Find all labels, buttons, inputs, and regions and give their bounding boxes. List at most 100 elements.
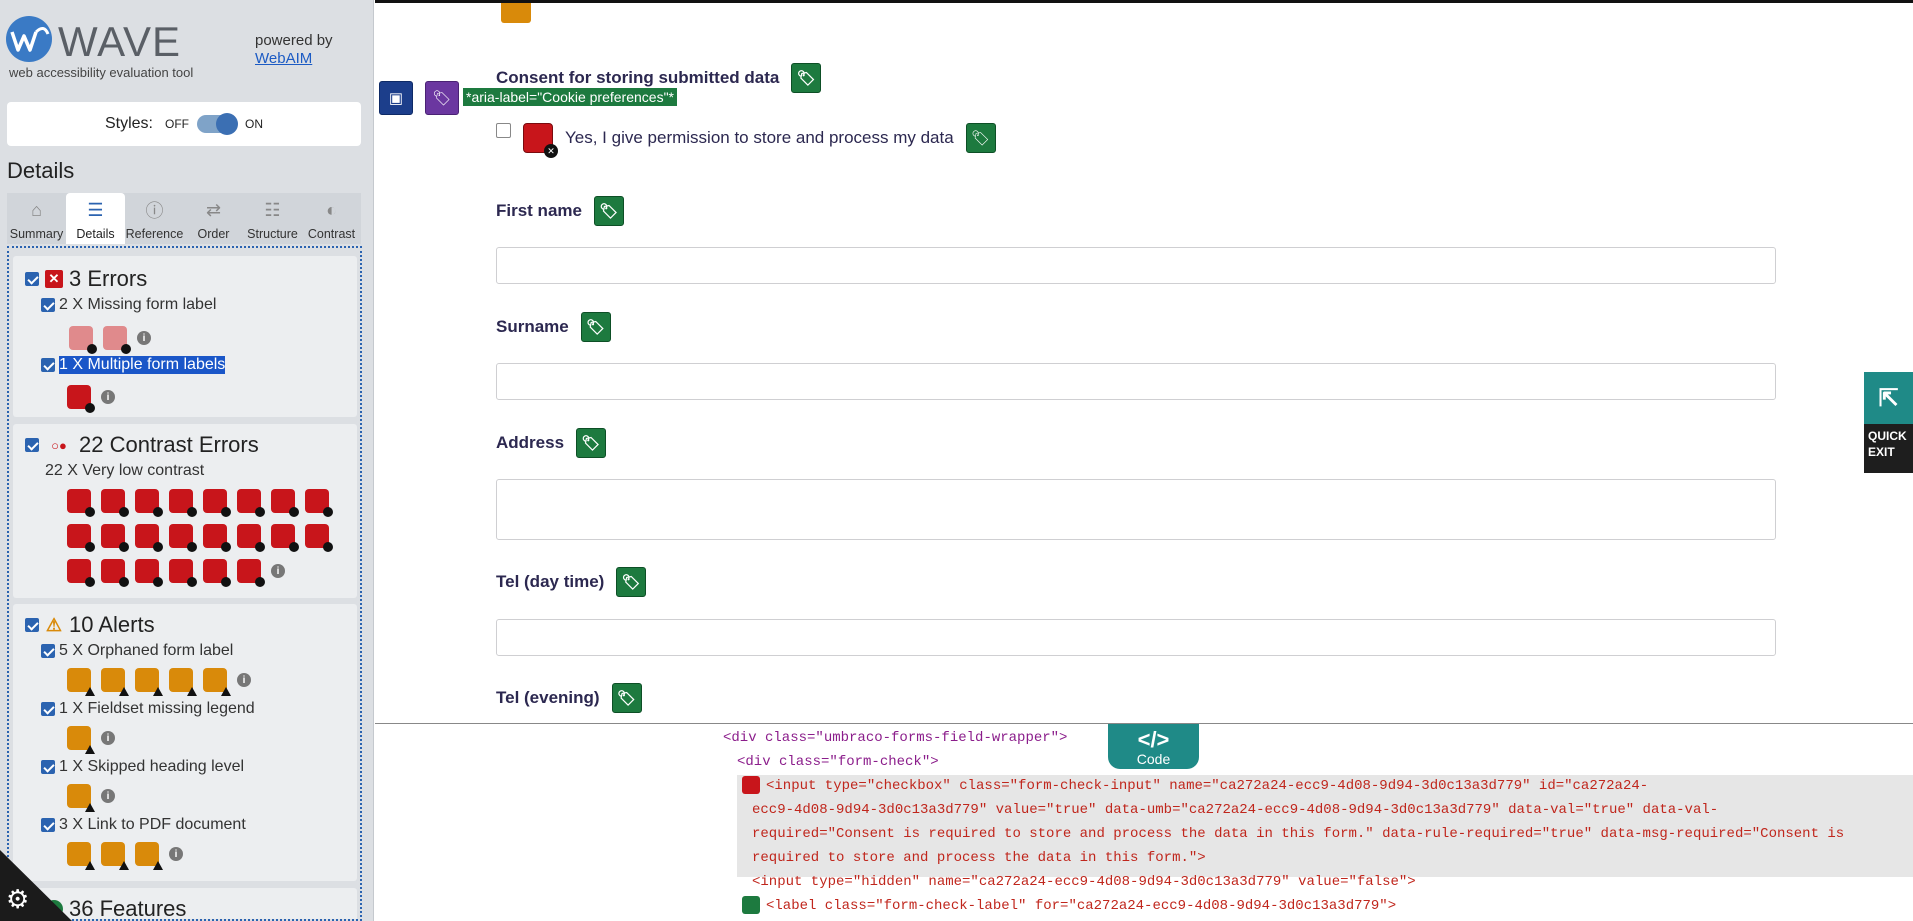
error-item-label: 1 X Multiple form labels <box>59 356 226 374</box>
error-item-missing-label[interactable]: 2 X Missing form label <box>41 296 216 314</box>
alert-icons-row: i <box>67 726 115 754</box>
contrast-error-icon[interactable] <box>203 489 231 517</box>
label-tag-icon[interactable]: 🏷 <box>965 123 996 153</box>
consent-checkbox[interactable] <box>496 123 511 138</box>
styles-toggle[interactable] <box>197 113 238 135</box>
contrast-error-icon[interactable] <box>203 524 231 552</box>
features-heading-text: 36 Features <box>69 896 187 921</box>
contrast-error-icon[interactable] <box>169 489 197 517</box>
alert-item-label: 5 X Orphaned form label <box>59 642 234 659</box>
item-checkbox[interactable] <box>41 644 55 658</box>
contrast-icons-row <box>67 489 333 517</box>
surname-input[interactable] <box>496 363 1776 400</box>
quick-exit-button[interactable]: ⇱ QUICK EXIT <box>1864 372 1913 473</box>
powered-by: powered by WebAIM <box>255 32 333 68</box>
info-icon[interactable]: i <box>237 673 251 687</box>
field-label: Tel (day time) <box>496 572 605 591</box>
contrast-error-icon[interactable] <box>169 559 197 587</box>
info-icon[interactable]: i <box>101 789 115 803</box>
contrast-error-icon[interactable] <box>305 489 333 517</box>
item-checkbox[interactable] <box>41 702 55 716</box>
consent-checkbox-label: Yes, I give permission to store and proc… <box>565 128 954 147</box>
first-name-label: First name 🏷 <box>496 196 624 226</box>
tab-structure[interactable]: ☷ Structure <box>243 193 302 244</box>
pdf-link-icon[interactable] <box>101 842 129 870</box>
tab-contrast[interactable]: ◐ Contrast <box>302 193 361 244</box>
alert-item-fieldset-legend[interactable]: 1 X Fieldset missing legend <box>41 700 255 718</box>
error-icon[interactable] <box>742 776 760 794</box>
contrast-error-icon[interactable] <box>305 524 333 552</box>
label-tag-icon[interactable]: 🏷 <box>616 567 647 597</box>
tab-summary[interactable]: ⌂ Summary <box>7 193 66 244</box>
multiple-labels-error-icon[interactable] <box>523 123 558 158</box>
label-tag-icon[interactable]: 🏷 <box>580 312 611 342</box>
info-icon[interactable]: i <box>101 390 115 404</box>
pdf-link-icon[interactable] <box>135 842 163 870</box>
code-line: <div class="umbraco-forms-field-wrapper"… <box>723 730 1068 746</box>
alerts-checkbox[interactable] <box>25 618 39 632</box>
contrast-error-icon[interactable] <box>101 559 129 587</box>
contrast-error-icon[interactable] <box>67 524 95 552</box>
tel-day-input[interactable] <box>496 619 1776 656</box>
wave-subtitle: web accessibility evaluation tool <box>9 65 194 80</box>
fieldset-icon[interactable] <box>67 726 95 754</box>
alert-tag-icon[interactable] <box>501 3 531 23</box>
orphaned-label-icon[interactable] <box>203 668 231 696</box>
alert-item-skipped-heading[interactable]: 1 X Skipped heading level <box>41 758 244 776</box>
aria-icon[interactable]: 🏷 <box>425 81 459 115</box>
info-icon[interactable]: i <box>271 564 285 578</box>
list-icon: ☰ <box>87 199 104 220</box>
tab-order[interactable]: ⇄ Order <box>184 193 243 244</box>
label-tag-icon[interactable]: 🏷 <box>593 196 624 226</box>
region-icon[interactable]: ▣ <box>379 81 413 115</box>
toggle-knob <box>216 113 238 135</box>
info-icon[interactable]: i <box>101 731 115 745</box>
address-textarea[interactable] <box>496 479 1776 540</box>
contrast-error-icon[interactable] <box>237 524 265 552</box>
alert-item-pdf-link[interactable]: 3 X Link to PDF document <box>41 816 246 834</box>
orphaned-label-icon[interactable] <box>101 668 129 696</box>
orphaned-label-icon[interactable] <box>169 668 197 696</box>
contrast-error-icon[interactable] <box>67 489 95 517</box>
contrast-error-icon[interactable] <box>271 489 299 517</box>
item-checkbox[interactable] <box>41 760 55 774</box>
contrast-checkbox[interactable] <box>25 438 39 452</box>
item-checkbox[interactable] <box>41 818 55 832</box>
contrast-error-icon[interactable] <box>271 524 299 552</box>
alert-item-orphaned-label[interactable]: 5 X Orphaned form label <box>41 642 233 660</box>
tab-details[interactable]: ☰ Details <box>66 193 125 244</box>
contrast-error-icon[interactable] <box>135 489 163 517</box>
orphaned-label-icon[interactable] <box>135 668 163 696</box>
contrast-error-icon[interactable] <box>101 524 129 552</box>
contrast-error-icon[interactable] <box>237 559 265 587</box>
contrast-item[interactable]: 22 X Very low contrast <box>45 462 204 480</box>
missing-label-icon[interactable] <box>69 326 97 354</box>
label-tag-icon[interactable]: 🏷 <box>576 428 607 458</box>
item-checkbox[interactable] <box>41 298 55 312</box>
multiple-labels-icon[interactable] <box>67 385 95 413</box>
skipped-heading-icon[interactable] <box>67 784 95 812</box>
code-toggle-button[interactable]: </> Code <box>1108 724 1199 769</box>
contrast-error-icon[interactable] <box>169 524 197 552</box>
label-tag-icon[interactable]: 🏷 <box>611 683 642 713</box>
contrast-error-icon[interactable] <box>203 559 231 587</box>
info-icon[interactable]: i <box>169 847 183 861</box>
info-icon[interactable]: i <box>137 331 151 345</box>
contrast-error-icon[interactable] <box>237 489 265 517</box>
pdf-link-icon[interactable] <box>67 842 95 870</box>
error-item-multiple-labels[interactable]: 1 X Multiple form labels <box>41 356 226 374</box>
missing-label-icon[interactable] <box>103 326 131 354</box>
first-name-input[interactable] <box>496 247 1776 284</box>
item-checkbox[interactable] <box>41 358 55 372</box>
errors-checkbox[interactable] <box>25 272 39 286</box>
tab-reference[interactable]: ⓘ Reference <box>125 193 184 244</box>
webaim-link[interactable]: WebAIM <box>255 50 333 68</box>
label-tag-icon[interactable] <box>742 896 760 914</box>
contrast-error-icon[interactable] <box>101 489 129 517</box>
contrast-error-icon[interactable] <box>135 524 163 552</box>
contrast-error-icon[interactable] <box>135 559 163 587</box>
code-line: required="Consent is required to store a… <box>752 826 1845 842</box>
orphaned-label-icon[interactable] <box>67 668 95 696</box>
contrast-error-icon[interactable] <box>67 559 95 587</box>
label-tag-icon[interactable]: 🏷 <box>791 63 822 93</box>
